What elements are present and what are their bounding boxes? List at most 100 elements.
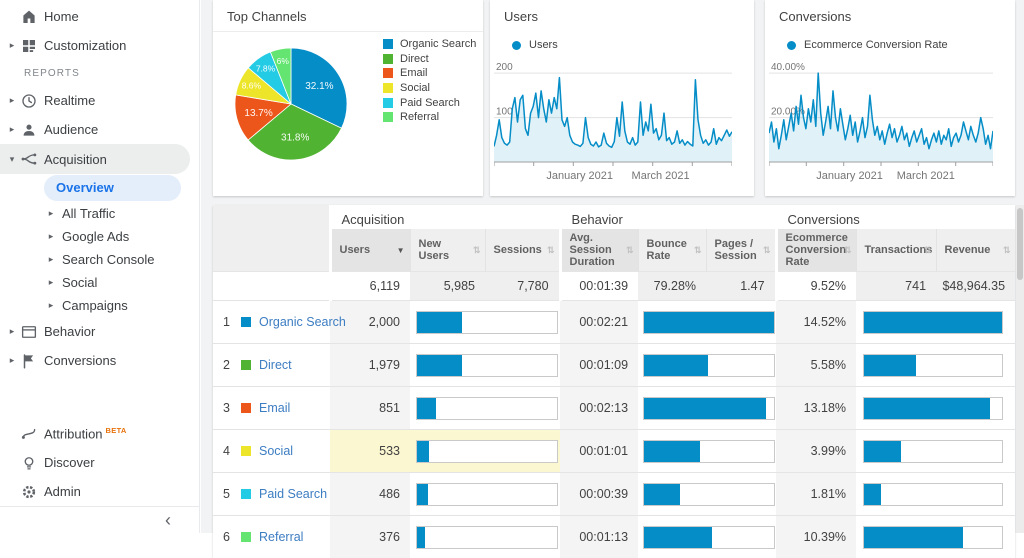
total-bounce-rate: 79.28% [638,272,706,301]
sidebar-item-attribution[interactable]: AttributionBETA [0,419,199,448]
legend-item-email[interactable]: Email [383,66,476,81]
main-content: Top Channels 32.1%31.8%13.7%8.6%7.8%6% O… [201,0,1024,533]
series-dot-icon [512,41,521,50]
column-header-pages-session[interactable]: Pages / Session⇅ [706,229,776,272]
sidebar-item-discover[interactable]: Discover [0,448,199,477]
channel-link[interactable]: Email [259,401,290,415]
channel-color-swatch-icon [241,446,251,456]
total-users: 6,119 [330,272,410,301]
users-legend: Users [512,39,754,51]
row-rank: 4 [223,444,235,458]
avg-duration-value: 00:01:13 [560,516,638,558]
users-bar-cell [410,344,560,387]
channel-link[interactable]: Referral [259,530,303,544]
sidebar-item-google-ads[interactable]: ▸Google Ads [0,225,199,248]
column-header-avg-session-duration[interactable]: Avg. Session Duration⇅ [560,229,638,272]
duration-bar-cell [638,344,776,387]
duration-bar-cell [638,516,776,558]
expand-caret-icon: ▸ [46,208,56,219]
users-line-chart: 100200January 2021March 2021 [494,54,732,186]
users-value: 376 [330,516,410,558]
legend-item-referral[interactable]: Referral [383,110,476,125]
legend-item-social[interactable]: Social [383,81,476,96]
sort-icon: ⇅ [1003,244,1011,256]
collapse-sidebar-icon[interactable]: ‹ [165,511,171,529]
total-new-users: 5,985 [410,272,485,301]
column-header-revenue[interactable]: Revenue⇅ [936,229,1015,272]
users-bar-cell [410,301,560,344]
svg-text:March 2021: March 2021 [632,170,690,182]
channel-link[interactable]: Paid Search [259,487,327,501]
sidebar-item-behavior[interactable]: ▸Behavior [0,317,199,346]
sidebar-item-home[interactable]: Home [0,2,199,31]
beta-badge: BETA [106,426,127,435]
channel-color-swatch-icon [241,532,251,542]
total-avg-duration: 00:01:39 [560,272,638,301]
channel-link[interactable]: Social [259,444,293,458]
channel-link[interactable]: Organic Search [259,315,346,329]
conversion-rate-value: 1.81% [776,473,856,516]
channel-color-swatch-icon [241,360,251,370]
table-row-email: 3Email85100:02:1313.18% [213,387,1015,430]
sidebar-item-admin[interactable]: Admin [0,477,199,506]
duration-bar-cell [638,301,776,344]
avg-duration-value: 00:00:39 [560,473,638,516]
row-rank: 2 [223,358,235,372]
sidebar-item-social[interactable]: ▸Social [0,271,199,294]
vertical-scrollbar[interactable] [1016,205,1024,533]
behavior-icon [20,323,38,341]
expand-caret-icon: ▸ [46,254,56,265]
channel-link[interactable]: Direct [259,358,292,372]
acquisition-icon [20,150,38,168]
expand-caret-icon: ▸ [46,300,56,311]
sidebar-item-campaigns[interactable]: ▸Campaigns [0,294,199,317]
table-corner [213,229,330,272]
legend-item-direct[interactable]: Direct [383,52,476,67]
sidebar-item-label: Realtime [44,93,95,108]
sidebar-item-label: Discover [44,455,95,470]
legend-item-paid-search[interactable]: Paid Search [383,95,476,110]
duration-bar-cell [638,430,776,473]
users-bar-cell [410,473,560,516]
customization-icon [20,37,38,55]
audience-icon [20,121,38,139]
channels-table-panel: Acquisition Behavior Conversions Users▼ … [213,205,1015,558]
sidebar-item-search-console[interactable]: ▸Search Console [0,248,199,271]
sidebar-item-audience[interactable]: ▸Audience [0,115,199,144]
svg-text:100: 100 [496,107,513,118]
svg-text:32.1%: 32.1% [305,81,333,92]
table-row-organic-search: 1Organic Search2,00000:02:2114.52% [213,301,1015,344]
duration-bar-cell [638,473,776,516]
channel-cell: 2 Direct [213,344,330,387]
sidebar-item-overview[interactable]: Overview [44,175,181,201]
home-icon [20,8,38,26]
sidebar-item-label: Social [62,275,97,290]
svg-text:40.00%: 40.00% [771,62,805,73]
legend-swatch-icon [383,68,393,78]
column-header-sessions[interactable]: Sessions⇅ [485,229,560,272]
sidebar-item-label: Admin [44,484,81,499]
column-header-transactions[interactable]: Transactions⇅ [856,229,936,272]
sidebar-item-acquisition[interactable]: ▾Acquisition [0,144,190,174]
column-header-ecommerce-conversion-rate[interactable]: Ecommerce Conversion Rate⇅ [776,229,856,272]
column-header-bounce-rate[interactable]: Bounce Rate⇅ [638,229,706,272]
sidebar-item-customization[interactable]: ▸Customization [0,31,199,60]
total-transactions: 741 [856,272,936,301]
legend-item-organic-search[interactable]: Organic Search [383,37,476,52]
total-ecom-rate: 9.52% [776,272,856,301]
pie-legend: Organic SearchDirectEmailSocialPaid Sear… [383,37,476,125]
conversion-rate-value: 14.52% [776,301,856,344]
scrollbar-thumb[interactable] [1017,208,1023,280]
realtime-icon [20,92,38,110]
totals-row: 6,119 5,985 7,780 00:01:39 79.28% 1.47 9… [213,272,1015,301]
column-header-users[interactable]: Users▼ [330,229,410,272]
users-value: 1,979 [330,344,410,387]
sidebar-item-all-traffic[interactable]: ▸All Traffic [0,202,199,225]
sidebar-item-conversions[interactable]: ▸Conversions [0,346,199,375]
card-title: Users [490,0,754,31]
conversion-bar-cell [856,473,1015,516]
table-row-paid-search: 5Paid Search48600:00:391.81% [213,473,1015,516]
column-header-new-users[interactable]: New Users⇅ [410,229,485,272]
table-row-referral: 6Referral37600:01:1310.39% [213,516,1015,558]
sidebar-item-realtime[interactable]: ▸Realtime [0,86,199,115]
